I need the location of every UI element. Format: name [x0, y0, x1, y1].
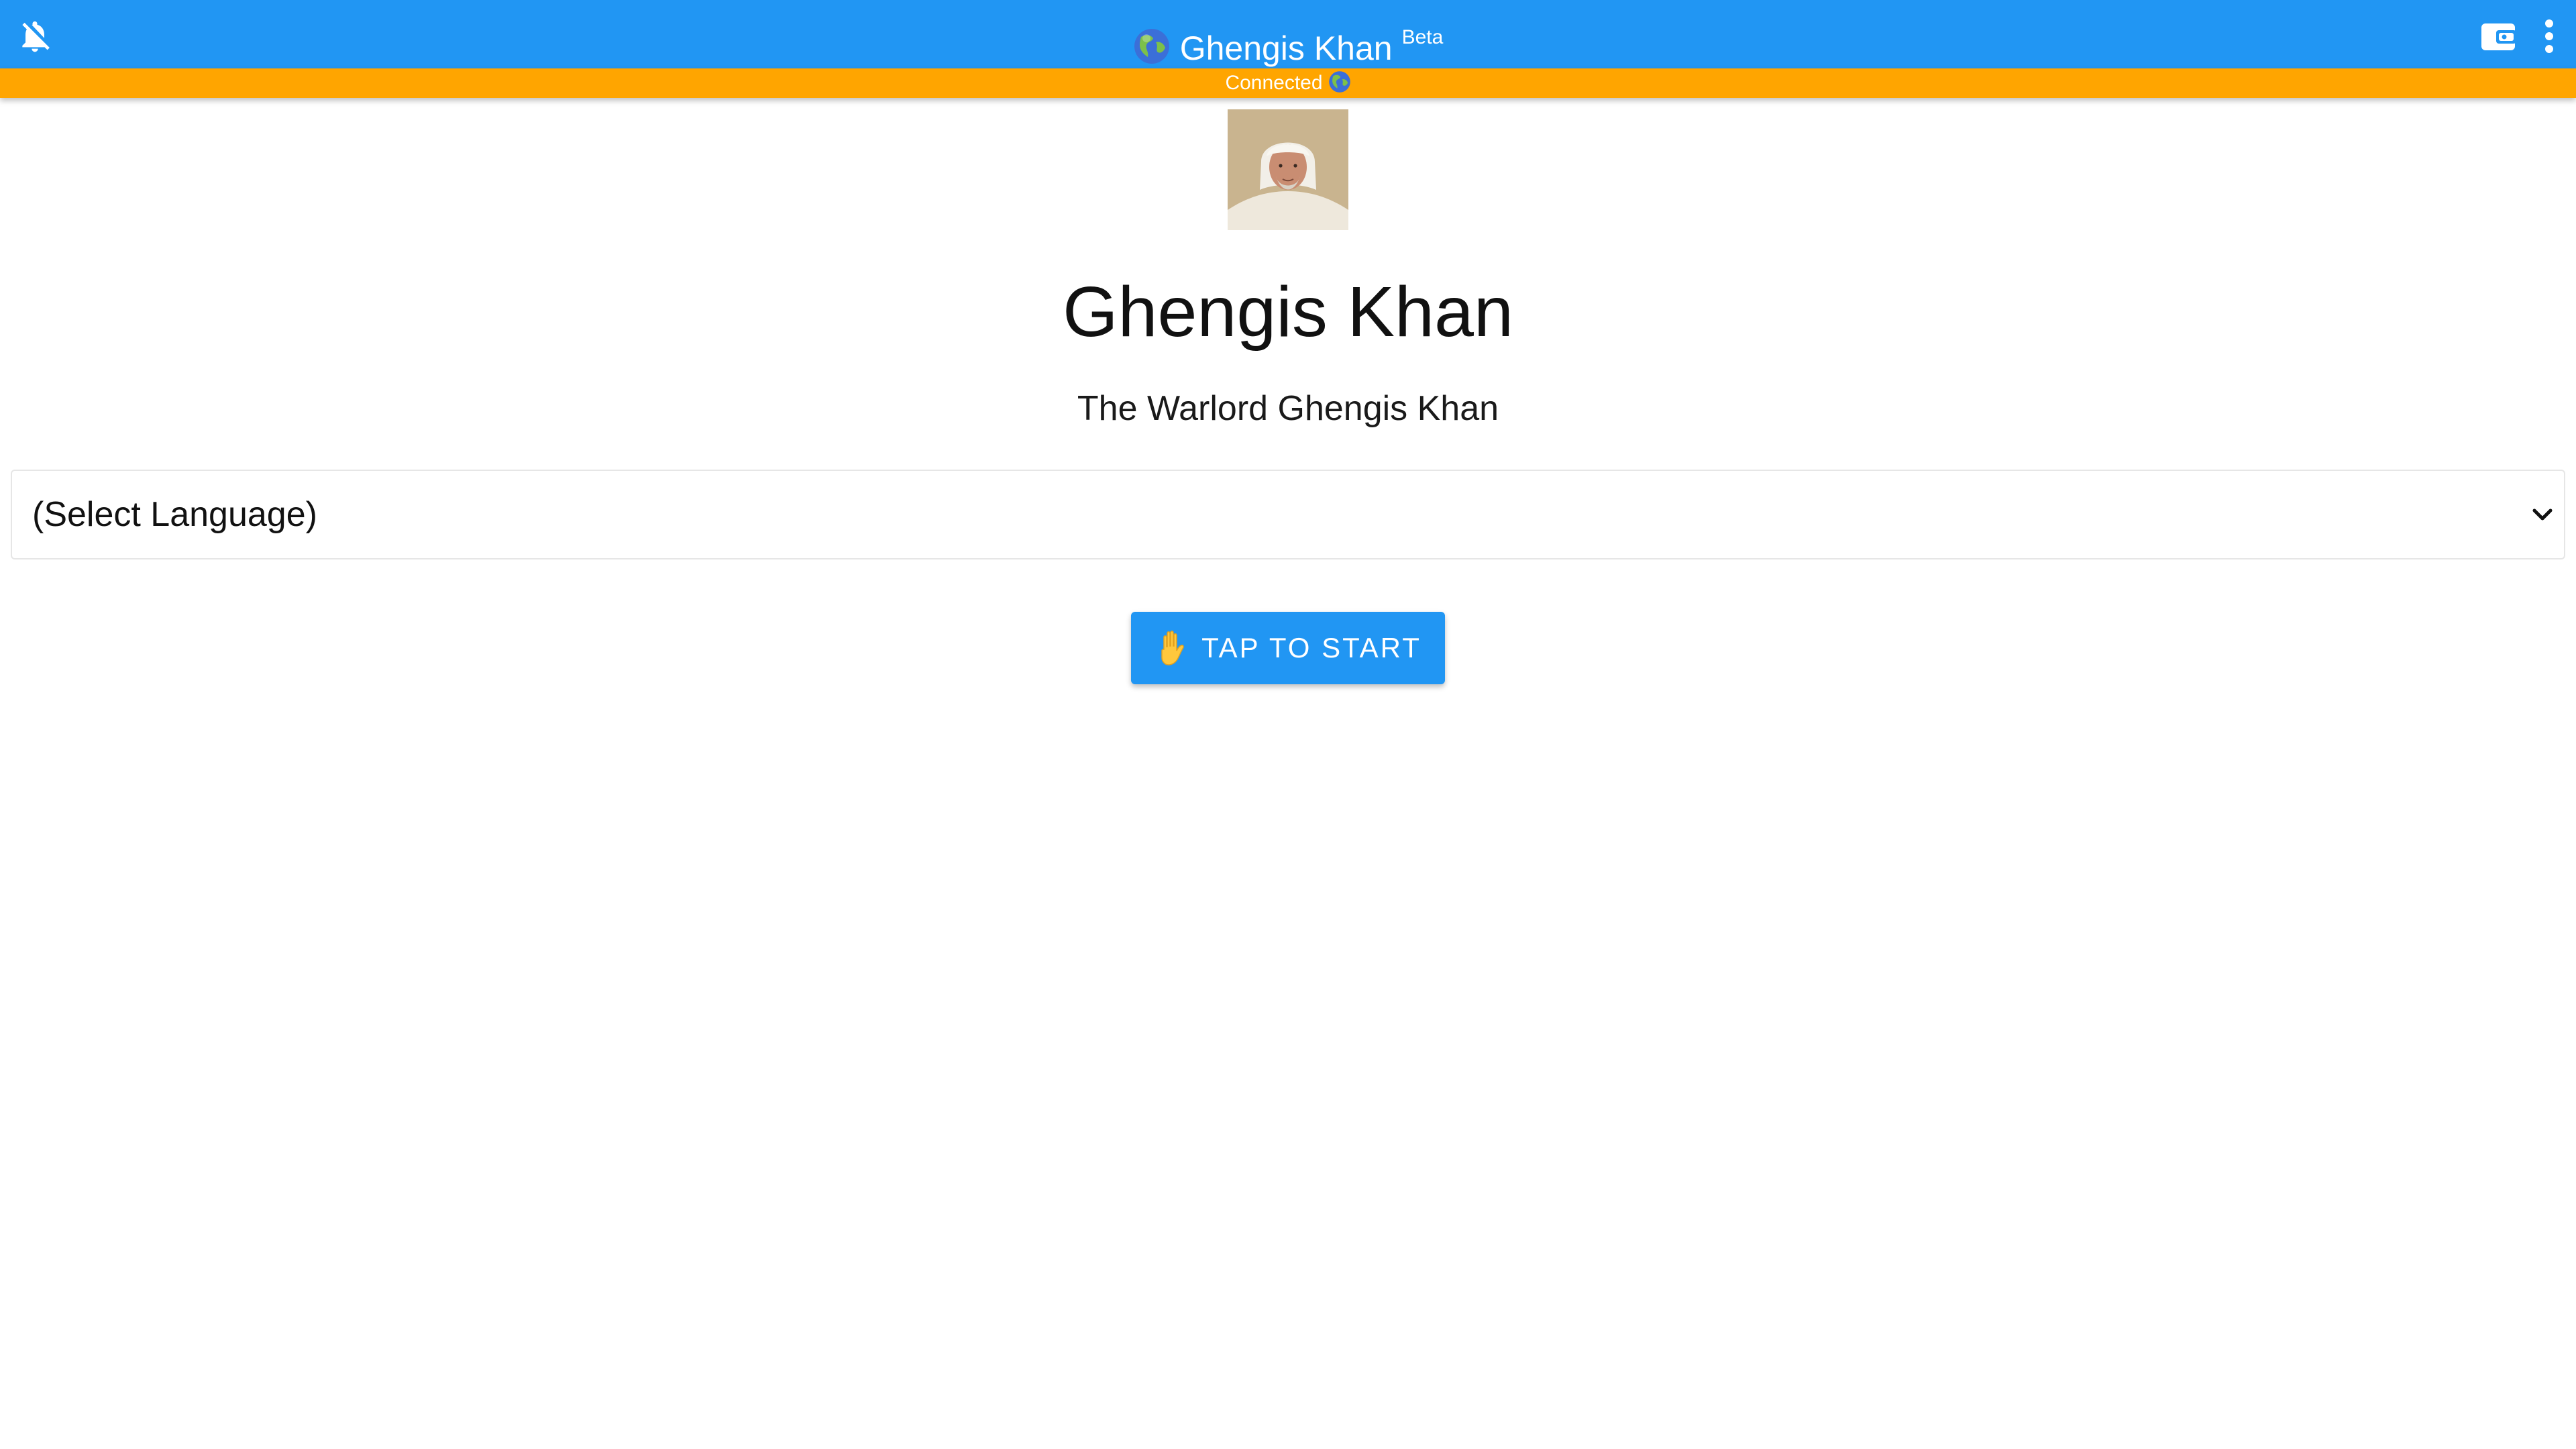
connection-status-bar: Connected [0, 68, 2576, 98]
avatar [1228, 109, 1348, 230]
tap-to-start-button[interactable]: TAP TO START [1131, 612, 1445, 684]
connection-status-text: Connected [1225, 72, 1323, 94]
globe-icon [1328, 71, 1350, 93]
tap-to-start-label: TAP TO START [1201, 632, 1421, 663]
wallet-button[interactable] [2478, 16, 2520, 56]
raised-hand-icon [1161, 631, 1184, 665]
page-subtitle: The Warlord Ghengis Khan [1077, 389, 1499, 428]
language-select-value: (Select Language) [32, 495, 317, 534]
beta-badge: Beta [1401, 26, 1444, 48]
chevron-down-icon [2532, 508, 2553, 521]
more-menu-button[interactable] [2533, 16, 2565, 56]
app-bar: Ghengis Khan Beta [0, 0, 2576, 68]
app-title-text: Ghengis Khan [1179, 30, 1393, 67]
globe-icon [1134, 29, 1169, 64]
wallet-icon [2481, 23, 2516, 50]
page-title: Ghengis Khan [1063, 272, 1513, 352]
app-title: Ghengis Khan Beta [0, 17, 2576, 68]
language-select[interactable]: (Select Language) [11, 470, 2565, 559]
more-vertical-icon [2545, 19, 2553, 53]
